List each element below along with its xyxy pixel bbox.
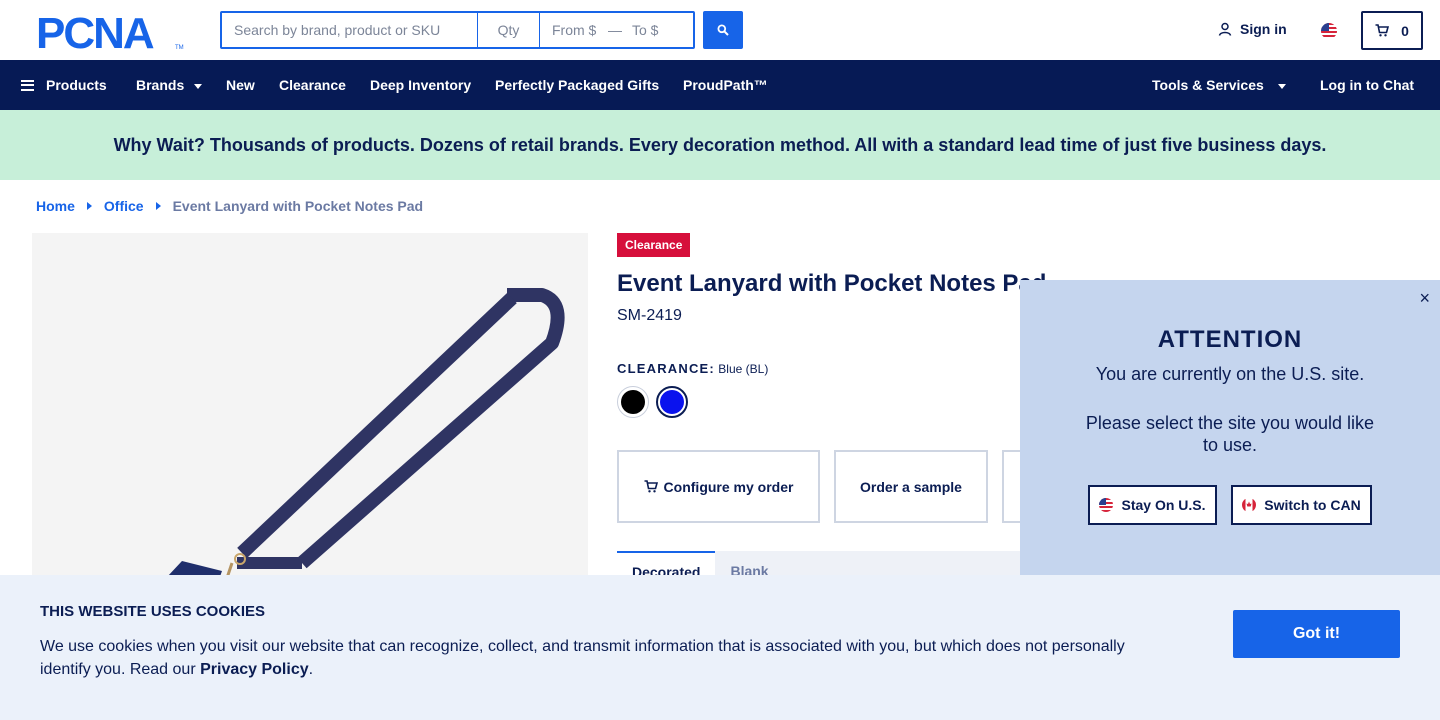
nav-products-label: Products [46, 77, 107, 93]
sign-in-link[interactable]: Sign in [1218, 21, 1287, 37]
nav-new-label: New [226, 77, 255, 93]
promo-banner: Why Wait? Thousands of products. Dozens … [0, 110, 1440, 180]
nav-perfectly-packaged-label: Perfectly Packaged Gifts [495, 77, 660, 93]
nav-log-in-chat-label: Log in to Chat [1320, 77, 1415, 93]
cart-count: 0 [1401, 22, 1409, 39]
switch-can-label: Switch to CAN [1264, 497, 1361, 513]
breadcrumb-home[interactable]: Home [36, 198, 75, 214]
search-input[interactable] [222, 13, 478, 47]
configure-order-button[interactable]: Configure my order [617, 450, 820, 523]
nav-clearance-label: Clearance [279, 77, 346, 93]
nav-products[interactable]: Products [21, 60, 107, 110]
attention-title: ATTENTION [1157, 326, 1303, 353]
price-from-input[interactable] [540, 13, 604, 47]
nav-brands[interactable]: Brands [136, 60, 203, 110]
nav-log-in-chat[interactable]: Log in to Chat [1320, 60, 1414, 110]
site-selection-popup: × ATTENTION You are currently on the U.S… [1020, 280, 1440, 575]
nav-tools-services-label: Tools & Services [1152, 77, 1264, 93]
product-sku: SM-2419 [617, 307, 682, 324]
caret-right-icon [155, 202, 161, 210]
cookie-title: THIS WEBSITE USES COOKIES [40, 603, 266, 620]
sign-in-label: Sign in [1240, 21, 1287, 37]
selected-color: Blue (BL) [718, 362, 769, 376]
main-nav: Products Brands New Clearance Deep Inven… [0, 60, 1440, 110]
search-button[interactable] [703, 11, 743, 49]
nav-deep-inventory-label: Deep Inventory [370, 77, 472, 93]
color-swatch-blue[interactable] [656, 386, 688, 418]
nav-deep-inventory[interactable]: Deep Inventory [370, 60, 471, 110]
color-swatch-black[interactable] [617, 386, 649, 418]
promo-banner-text: Why Wait? Thousands of products. Dozens … [113, 134, 1327, 155]
breadcrumb: Home Office Event Lanyard with Pocket No… [36, 198, 423, 214]
user-icon [1218, 22, 1232, 36]
clearance-badge-label: Clearance [625, 238, 683, 252]
chevron-down-icon [1277, 83, 1286, 89]
logo-text: PCNA [36, 12, 154, 50]
close-icon[interactable]: × [1419, 288, 1430, 309]
configure-order-label: Configure my order [663, 478, 794, 495]
switch-can-button[interactable]: Switch to CAN [1231, 485, 1372, 525]
cart-icon [1375, 24, 1390, 37]
nav-tools-services[interactable]: Tools & Services [1152, 60, 1286, 110]
caret-right-icon [86, 202, 92, 210]
got-it-button[interactable]: Got it! [1233, 610, 1400, 658]
clearance-badge: Clearance [617, 233, 691, 257]
site-header: PCNA TM — Sign in [0, 0, 1440, 60]
nav-proudpath[interactable]: ProudPath™ [683, 60, 768, 110]
color-selection-label: CLEARANCE: Blue (BL) [617, 361, 768, 376]
nav-proudpath-label: ProudPath™ [683, 77, 768, 93]
canada-flag-icon [1242, 498, 1257, 512]
stay-us-label: Stay On U.S. [1121, 497, 1206, 513]
nav-perfectly-packaged[interactable]: Perfectly Packaged Gifts [495, 60, 659, 110]
cookie-text: We use cookies when you visit our websit… [40, 635, 1150, 681]
attention-line2: Please select the site you would like to… [1085, 413, 1375, 455]
clearance-label: CLEARANCE: [617, 361, 715, 376]
cart-icon [644, 480, 658, 493]
price-to-input[interactable] [626, 13, 682, 47]
hamburger-icon [21, 79, 34, 91]
order-sample-button[interactable]: Order a sample [834, 450, 988, 523]
order-sample-label: Order a sample [860, 478, 962, 495]
nav-new[interactable]: New [226, 60, 255, 110]
search-icon [717, 24, 729, 36]
attention-line1: You are currently on the U.S. site. [1095, 364, 1365, 384]
nav-clearance[interactable]: Clearance [279, 60, 346, 110]
nav-brands-label: Brands [136, 77, 185, 93]
search-bar: — [220, 11, 695, 49]
breadcrumb-current: Event Lanyard with Pocket Notes Pad [172, 198, 424, 214]
cookie-banner: THIS WEBSITE USES COOKIES We use cookies… [0, 575, 1440, 720]
price-range-dash: — [608, 22, 622, 38]
us-flag-icon [1099, 498, 1114, 512]
breadcrumb-office[interactable]: Office [104, 198, 144, 214]
pcna-logo[interactable]: PCNA TM [36, 12, 184, 50]
chevron-down-icon [194, 83, 203, 89]
cart-button[interactable]: 0 [1361, 11, 1423, 50]
us-flag-icon[interactable] [1321, 23, 1337, 39]
product-title: Event Lanyard with Pocket Notes Pad [617, 270, 1047, 297]
svg-text:TM: TM [175, 45, 184, 50]
cookie-period: . [308, 661, 314, 678]
privacy-policy-link[interactable]: Privacy Policy [200, 661, 309, 678]
qty-input[interactable] [478, 13, 540, 47]
stay-us-button[interactable]: Stay On U.S. [1088, 485, 1217, 525]
